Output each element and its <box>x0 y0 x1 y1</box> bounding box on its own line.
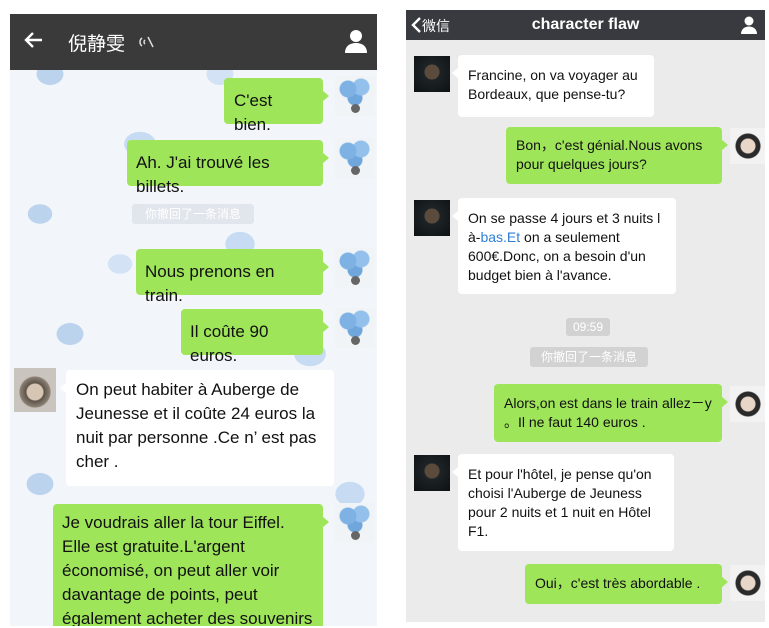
message-text: C'est bien. <box>234 91 273 134</box>
avatar[interactable] <box>335 248 375 288</box>
message-text: Oui，c'est très abordable . <box>535 575 701 591</box>
right-chat-panel: 微信 character flaw Francine, on va voyage… <box>406 10 765 622</box>
back-arrow-icon[interactable] <box>22 28 46 52</box>
message-text: Alors,on est dans le train allez－y 。Il n… <box>504 395 712 430</box>
left-chat-header: 倪静雯 <box>10 14 377 70</box>
avatar[interactable] <box>730 128 765 164</box>
message-bubble[interactable]: C'est bien. <box>224 78 329 134</box>
message-bubble[interactable]: Oui，c'est très abordable . <box>525 564 728 604</box>
message-bubble[interactable]: Et pour l'hôtel, je pense qu'on choisi l… <box>452 454 674 551</box>
chat-title: character flaw <box>531 16 640 33</box>
message-text: Francine, on va voyager au Bordeaux, que… <box>468 67 638 102</box>
avatar[interactable] <box>335 503 375 543</box>
message-bubble[interactable]: Ah. J'ai trouvé les billets. <box>127 140 329 196</box>
avatar[interactable] <box>14 368 56 412</box>
message-bubble[interactable]: On se passe 4 jours et 3 nuits l à-bas.E… <box>452 198 676 294</box>
recall-notice-text: 你撤回了一条消息 <box>540 350 637 364</box>
chat-title: 倪静雯 <box>68 34 126 55</box>
message-bubble[interactable]: Je voudrais aller la tour Eiffel. Elle e… <box>53 504 329 626</box>
timestamp: 09:59 <box>566 318 610 336</box>
recall-notice-text: 你撤回了一条消息 <box>144 207 241 221</box>
avatar[interactable] <box>730 565 765 601</box>
recall-notice: 你撤回了一条消息 <box>132 204 254 224</box>
message-text: Bon，c'est génial.Nous avons pour quelque… <box>516 137 703 172</box>
user-icon[interactable] <box>740 15 758 35</box>
avatar[interactable] <box>730 386 765 422</box>
message-bubble[interactable]: Nous prenons en train. <box>136 249 329 305</box>
right-chat-header: 微信 character flaw <box>406 10 765 40</box>
message-text: Il coûte 90 euros. <box>190 322 269 365</box>
message-bubble[interactable]: Francine, on va voyager au Bordeaux, que… <box>452 55 654 117</box>
message-bubble[interactable]: Bon，c'est génial.Nous avons pour quelque… <box>506 127 728 184</box>
mute-icon <box>139 34 155 50</box>
message-bubble[interactable]: Alors,on est dans le train allez－y 。Il n… <box>494 384 728 442</box>
message-text: Nous prenons en train. <box>145 262 275 305</box>
user-icon[interactable] <box>344 28 368 54</box>
avatar[interactable] <box>414 200 450 236</box>
avatar[interactable] <box>335 138 375 178</box>
message-text: Je voudrais aller la tour Eiffel. Elle e… <box>62 513 313 626</box>
message-text: Et pour l'hôtel, je pense qu'on choisi l… <box>468 466 652 539</box>
left-chat-panel: 倪静雯 C'est bien. Ah. J'ai trouvé les bill… <box>10 14 377 626</box>
message-text: Ah. J'ai trouvé les billets. <box>136 153 270 196</box>
avatar[interactable] <box>414 455 450 491</box>
avatar[interactable] <box>335 308 375 348</box>
message-bubble[interactable]: On peut habiter à Auberge de Jeunesse et… <box>60 370 334 486</box>
recall-notice: 你撤回了一条消息 <box>530 347 648 367</box>
timestamp-text: 09:59 <box>572 320 604 334</box>
message-bubble[interactable]: Il coûte 90 euros. <box>181 309 329 365</box>
message-text: On peut habiter à Auberge de Jeunesse et… <box>76 380 317 471</box>
avatar[interactable] <box>335 76 375 116</box>
avatar[interactable] <box>414 56 450 92</box>
message-link[interactable]: bas.Et <box>480 229 520 245</box>
